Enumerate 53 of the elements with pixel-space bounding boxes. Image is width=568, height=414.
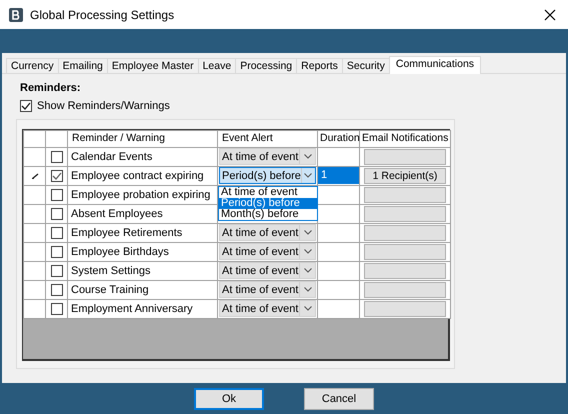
column-header: Reminder / Warning — [68, 130, 218, 148]
tab[interactable]: Currency — [6, 58, 59, 73]
checkbox[interactable] — [50, 246, 62, 258]
caret-icon — [304, 173, 312, 178]
table-cell: Employment Anniversary — [68, 299, 218, 318]
dropdown[interactable]: At time of event — [219, 300, 316, 318]
caret-icon — [304, 268, 312, 274]
recipients-button[interactable]: 1 Recipient(s) — [364, 168, 446, 184]
dropdown[interactable]: At time of event — [219, 224, 316, 242]
table-cell: Employee Retirements — [68, 223, 218, 242]
column-header: Duration — [318, 130, 360, 148]
app-logo-icon — [8, 6, 24, 22]
checkbox[interactable] — [50, 226, 62, 239]
checkbox-label: Show Reminders/Warnings — [37, 98, 170, 114]
cancel-button[interactable]: Cancel — [304, 388, 374, 410]
dropdown[interactable]: At time of event — [219, 243, 316, 260]
caret-icon — [304, 154, 312, 160]
section-title: Reminders: — [20, 81, 82, 96]
column-header: Email Notifications — [360, 130, 450, 148]
table-cell: System Settings — [68, 261, 218, 280]
table-cell: Calendar Events — [68, 147, 218, 166]
checkbox[interactable] — [50, 150, 62, 163]
dropdown[interactable]: At time of event — [219, 148, 316, 166]
dropdown-option[interactable]: Period(s) before — [219, 198, 317, 209]
table-cell[interactable]: 1 — [318, 167, 359, 184]
tab[interactable]: Processing — [235, 58, 298, 73]
tab[interactable]: Reports — [296, 58, 343, 73]
table-cell: Employee contract expiring — [68, 166, 218, 186]
checkbox[interactable] — [50, 170, 62, 182]
ok-button[interactable]: Ok — [194, 388, 264, 410]
window-title: Global Processing Settings — [30, 6, 174, 24]
checkbox[interactable] — [50, 188, 62, 201]
table-cell: Employee probation expiring — [68, 185, 218, 204]
table-cell: Employee Birthdays — [68, 242, 218, 262]
checkbox[interactable] — [50, 302, 62, 315]
table-cell: Course Training — [68, 280, 218, 300]
tab[interactable]: Communications — [388, 56, 482, 74]
checkbox[interactable] — [50, 264, 62, 277]
checkbox[interactable] — [50, 284, 62, 296]
dropdown[interactable]: At time of event — [219, 262, 316, 280]
caret-icon — [304, 230, 312, 236]
tab[interactable]: Emailing — [58, 58, 108, 73]
caret-icon — [304, 306, 312, 312]
table-cell: Absent Employees — [68, 204, 218, 224]
caret-icon — [304, 249, 312, 254]
column-header: Event Alert — [218, 130, 318, 148]
checkbox[interactable] — [50, 208, 62, 220]
dropdown[interactable]: At time of event — [219, 281, 316, 298]
caret-icon — [304, 287, 312, 292]
dropdown[interactable]: Period(s) before — [219, 167, 316, 184]
checkbox[interactable] — [20, 100, 32, 112]
tab[interactable]: Employee Master — [106, 58, 199, 73]
tab[interactable]: Security — [342, 58, 390, 73]
